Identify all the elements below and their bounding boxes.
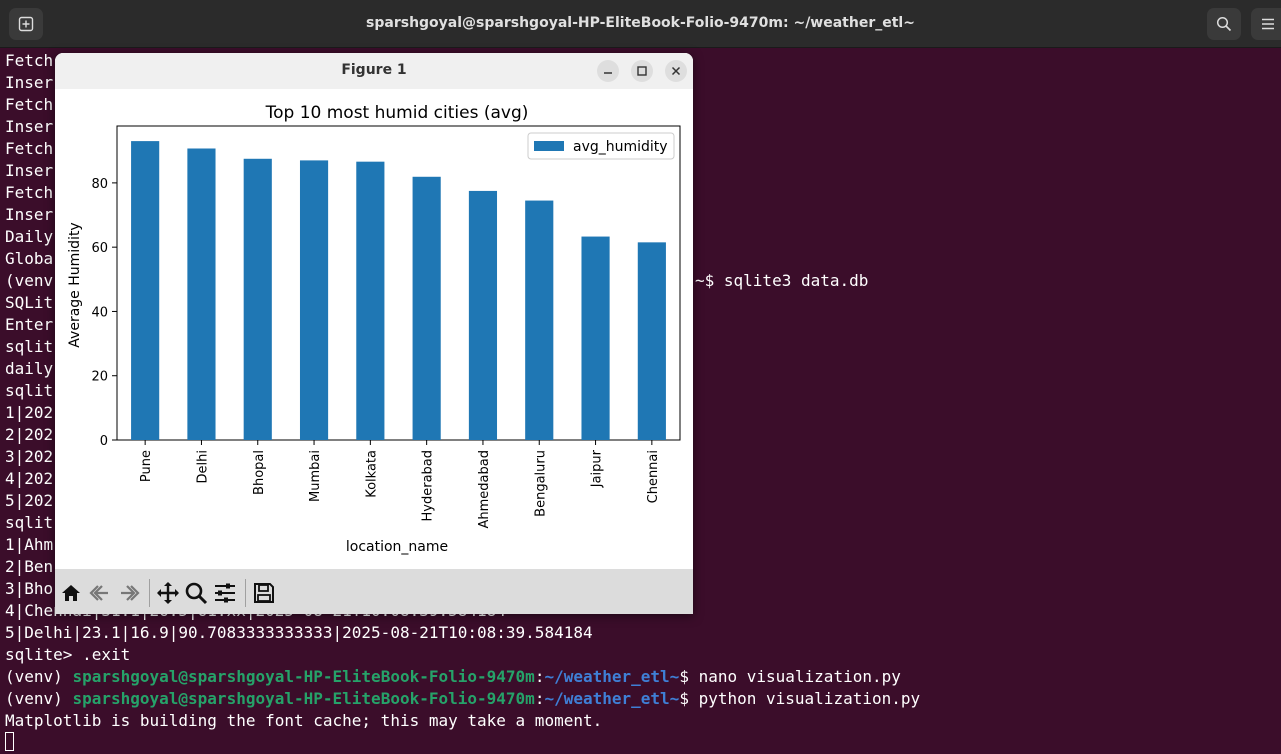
bar-ahmedabad: [468, 190, 498, 440]
configure-subplots-icon[interactable]: [213, 581, 237, 605]
figure-canvas[interactable]: Top 10 most humid cities (avg) 0 20 40 60 80…: [55, 89, 693, 569]
terminal-line: 4|202: [5, 469, 54, 488]
terminal-line: Inser: [5, 73, 54, 92]
terminal-command-1: nano visualization.py: [698, 667, 901, 686]
terminal-prompt-line-1: (venv) sparshgoyal@sparshgoyal-HP-EliteB…: [5, 667, 901, 686]
terminal-partial-command: ~$ sqlite3 data.db: [695, 271, 869, 290]
y-tick-label: 80: [91, 177, 108, 192]
minimize-button[interactable]: [597, 60, 619, 82]
bar-chart: Top 10 most humid cities (avg) 0 20 40 60 80…: [67, 103, 681, 555]
toolbar-separator: [149, 579, 150, 607]
bar-jaipur: [581, 236, 610, 440]
maximize-icon: [637, 66, 647, 76]
pan-icon[interactable]: [156, 581, 180, 605]
zoom-icon[interactable]: [184, 581, 208, 605]
x-tick-label: Hyderabad: [421, 450, 436, 522]
terminal-line: Fetch: [5, 95, 54, 114]
y-tick-label: 20: [91, 370, 108, 385]
x-tick-label: Pune: [139, 450, 154, 482]
maximize-button[interactable]: [631, 60, 653, 82]
save-icon[interactable]: [252, 581, 276, 605]
bar-delhi: [187, 148, 216, 440]
x-axis: Pune Delhi Bhopal Mumbai Kolkata Hyderabad Ahm…: [139, 440, 661, 528]
terminal-line: sqlit: [5, 381, 54, 400]
x-tick-label: Mumbai: [308, 450, 323, 502]
x-tick-label: Bhopal: [252, 450, 267, 495]
terminal-line: (venv: [5, 271, 54, 290]
chart-title: Top 10 most humid cities (avg): [265, 103, 529, 123]
bar-mumbai: [299, 160, 329, 440]
y-axis-label: Average Humidity: [67, 222, 83, 347]
terminal-line: Fetch: [5, 139, 54, 158]
terminal-line: Fetch: [5, 183, 54, 202]
minimize-icon: [604, 72, 612, 74]
terminal-line: 2|Ben: [5, 557, 54, 576]
hamburger-menu-icon: [1262, 18, 1274, 30]
close-button[interactable]: [665, 60, 687, 82]
menu-button[interactable]: [1251, 8, 1281, 40]
terminal-line: Globa: [5, 249, 54, 268]
x-tick-label: Jaipur: [590, 449, 605, 488]
x-axis-label: location_name: [346, 539, 448, 555]
bar-hyderabad: [412, 176, 441, 440]
x-tick-label: Ahmedabad: [477, 450, 492, 528]
terminal-line: Inser: [5, 205, 54, 224]
close-icon: [671, 66, 681, 76]
toolbar-separator: [245, 579, 246, 607]
terminal-line: 5|Delhi|23.1|16.9|90.7083333333333|2025-…: [5, 623, 593, 642]
terminal-command-2: python visualization.py: [698, 689, 921, 708]
bar-pune: [131, 141, 160, 441]
terminal-window-title: sparshgoyal@sparshgoyal-HP-EliteBook-Fol…: [366, 15, 915, 31]
figure-window[interactable]: Figure 1 Top 10 most humid cities (avg) …: [55, 53, 693, 614]
search-icon: [1216, 16, 1232, 32]
back-arrow-icon[interactable]: [88, 581, 112, 605]
bar-bengaluru: [525, 200, 554, 440]
figure-titlebar[interactable]: Figure 1: [55, 53, 693, 90]
bars-group: [131, 141, 666, 441]
terminal-line: Enter: [5, 315, 54, 334]
terminal-last-output: Matplotlib is building the font cache; t…: [5, 711, 603, 730]
bar-chennai: [637, 242, 666, 440]
search-button[interactable]: [1207, 8, 1241, 40]
terminal-line: sqlit: [5, 513, 54, 532]
terminal-line: 5|202: [5, 491, 54, 510]
legend-swatch: [534, 141, 564, 151]
y-axis: 0 20 40 60 80: [91, 177, 117, 449]
legend: avg_humidity: [527, 132, 675, 160]
terminal-line: sqlit: [5, 337, 54, 356]
bar-kolkata: [356, 161, 385, 441]
legend-label: avg_humidity: [573, 139, 668, 155]
x-tick-label: Kolkata: [364, 450, 379, 498]
figure-toolbar: [55, 569, 693, 614]
terminal-line: 3|202: [5, 447, 54, 466]
terminal-header-bar: sparshgoyal@sparshgoyal-HP-EliteBook-Fol…: [0, 0, 1281, 48]
terminal-line: Inser: [5, 117, 54, 136]
y-tick-label: 60: [91, 241, 108, 256]
terminal-line: 1|Ahm: [5, 535, 54, 554]
bar-bhopal: [243, 158, 272, 440]
terminal-line: sqlite> .exit: [5, 645, 131, 664]
terminal-prompt-line-2: (venv) sparshgoyal@sparshgoyal-HP-EliteB…: [5, 689, 921, 708]
x-tick-label: Bengaluru: [533, 450, 548, 517]
terminal-cursor: [5, 732, 14, 751]
terminal-line: SQLit: [5, 293, 54, 312]
terminal-line: 3|Bho: [5, 579, 54, 598]
x-tick-label: Delhi: [195, 450, 210, 483]
forward-arrow-icon[interactable]: [117, 581, 141, 605]
terminal-line: daily: [5, 359, 54, 378]
terminal-line: Fetch: [5, 51, 54, 70]
y-tick-label: 40: [91, 305, 108, 320]
terminal-line: 2|202: [5, 425, 54, 444]
x-tick-label: Chennai: [646, 450, 661, 503]
y-tick-label: 0: [100, 434, 108, 449]
terminal-line: Daily: [5, 227, 54, 246]
home-icon[interactable]: [59, 581, 83, 605]
terminal-line: 1|202: [5, 403, 54, 422]
terminal-line: Inser: [5, 161, 54, 180]
